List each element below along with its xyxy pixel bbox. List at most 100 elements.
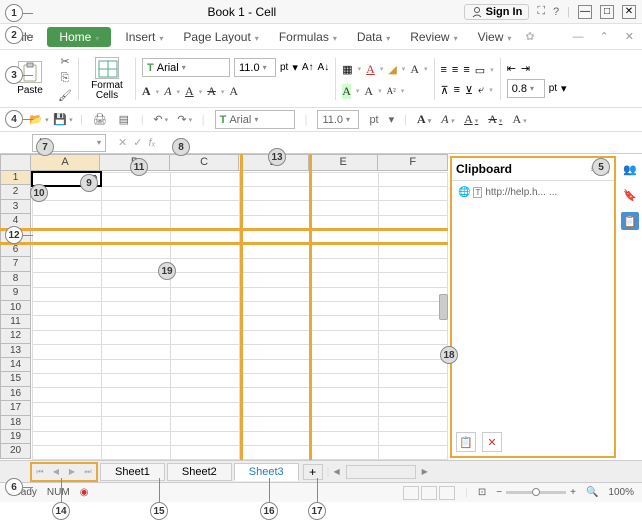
cell[interactable] [309, 201, 378, 215]
tab-last-icon[interactable]: ⏭ [81, 465, 95, 479]
print-icon[interactable]: 🖨 [93, 113, 107, 127]
cell[interactable] [171, 230, 240, 244]
cell[interactable] [240, 287, 309, 301]
cell[interactable] [32, 230, 101, 244]
cell[interactable] [309, 373, 378, 387]
cell[interactable] [309, 330, 378, 344]
cell[interactable] [32, 330, 101, 344]
accept-icon[interactable]: ✓ [133, 136, 142, 149]
row-header-9[interactable]: 9 [0, 286, 31, 300]
row-header-1[interactable]: 1 [0, 171, 31, 185]
vertical-scroll-handle[interactable] [439, 294, 448, 320]
cell[interactable] [378, 359, 447, 373]
cell[interactable] [309, 273, 378, 287]
cell[interactable] [378, 287, 447, 301]
valign-top-icon[interactable]: ⊼ [441, 84, 449, 97]
cell[interactable] [171, 244, 240, 258]
menu-formulas[interactable]: Formulas [273, 27, 343, 47]
fx-icon[interactable]: fₓ [148, 137, 155, 149]
open-icon[interactable]: 📂 [32, 113, 46, 127]
cell[interactable] [32, 359, 101, 373]
cell[interactable] [32, 316, 101, 330]
row-header-17[interactable]: 17 [0, 401, 31, 415]
row-header-18[interactable]: 18 [0, 416, 31, 430]
menu-view[interactable]: View [472, 27, 518, 47]
cell[interactable] [32, 244, 101, 258]
cell[interactable] [240, 445, 309, 459]
italic-icon[interactable]: A [164, 84, 171, 99]
cell[interactable] [171, 172, 240, 186]
cell[interactable] [378, 302, 447, 316]
cell[interactable] [171, 302, 240, 316]
row-header-20[interactable]: 20 [0, 444, 31, 458]
cell[interactable] [101, 244, 170, 258]
qt-bold[interactable]: A [417, 112, 431, 127]
qt-underline[interactable]: A [464, 112, 478, 127]
help-icon[interactable]: ? [553, 6, 559, 18]
cell[interactable] [309, 417, 378, 431]
merge-icon[interactable]: ▭ [475, 64, 485, 77]
cell[interactable] [32, 402, 101, 416]
cell[interactable] [240, 258, 309, 272]
row-header-2[interactable]: 2 [0, 185, 31, 199]
cut-icon[interactable]: ✂ [58, 55, 72, 69]
cell[interactable] [171, 215, 240, 229]
cell[interactable] [378, 201, 447, 215]
sidebar-bookmark-icon[interactable]: 🔖 [621, 186, 639, 204]
undo-icon[interactable]: ↶ [154, 113, 168, 127]
cell[interactable] [101, 230, 170, 244]
cell[interactable] [240, 417, 309, 431]
wrap-icon[interactable]: ⤶ [478, 84, 484, 97]
row-header-10[interactable]: 10 [0, 301, 31, 315]
cell[interactable] [101, 186, 170, 200]
indent-right-icon[interactable]: ⇥ [521, 62, 530, 75]
align-right-icon[interactable]: ≡ [463, 64, 469, 76]
window-minimize-icon[interactable]: — [573, 31, 584, 43]
gear-icon[interactable]: ✿ [525, 30, 534, 43]
line-height-select[interactable]: 0.8▾ [507, 79, 545, 98]
cell[interactable] [240, 230, 309, 244]
align-left-icon[interactable]: ≡ [441, 64, 447, 76]
row-header-19[interactable]: 19 [0, 430, 31, 444]
row-header-3[interactable]: 3 [0, 200, 31, 214]
row-header-15[interactable]: 15 [0, 372, 31, 386]
cell[interactable] [101, 359, 170, 373]
tab-first-icon[interactable]: ⏮ [33, 465, 47, 479]
zoom-out-icon[interactable]: − [496, 487, 502, 498]
valign-mid-icon[interactable]: ≡ [454, 84, 460, 96]
cell[interactable] [32, 417, 101, 431]
cell[interactable] [309, 172, 378, 186]
cell[interactable] [378, 172, 447, 186]
cell[interactable] [378, 316, 447, 330]
cell[interactable] [378, 244, 447, 258]
fill-color-icon[interactable]: ◢ [388, 63, 396, 76]
cell[interactable] [171, 445, 240, 459]
cell[interactable] [32, 388, 101, 402]
cell[interactable] [309, 258, 378, 272]
cell[interactable] [240, 302, 309, 316]
cell[interactable] [32, 201, 101, 215]
cell[interactable] [378, 388, 447, 402]
sidebar-clipboard-icon[interactable]: 📋 [621, 212, 639, 230]
cell[interactable] [101, 388, 170, 402]
align-center-icon[interactable]: ≡ [452, 64, 458, 76]
cell[interactable] [171, 316, 240, 330]
qt-italic[interactable]: A [441, 112, 454, 127]
qt-font-name[interactable]: TArial▾ [215, 110, 295, 129]
bold-icon[interactable]: A [142, 84, 151, 99]
cell[interactable] [378, 431, 447, 445]
row-header-13[interactable]: 13 [0, 344, 31, 358]
name-box-dropdown-icon[interactable]: ▾ [97, 138, 101, 147]
qt-font-size[interactable]: 11.0▾ [317, 110, 359, 129]
menu-review[interactable]: Review [404, 27, 463, 47]
row-header-7[interactable]: 7 [0, 257, 31, 271]
menu-home[interactable]: Home [47, 27, 111, 47]
col-header-a[interactable]: A [31, 154, 101, 171]
lh-dd-icon[interactable]: ▾ [561, 82, 567, 95]
underline-icon[interactable]: A [185, 84, 194, 99]
format-cells-button[interactable]: Format Cells [85, 55, 129, 103]
col-header-f[interactable]: F [378, 154, 448, 171]
cell[interactable] [378, 273, 447, 287]
hscroll-left-icon[interactable]: ◀ [333, 467, 339, 476]
cell[interactable] [32, 215, 101, 229]
